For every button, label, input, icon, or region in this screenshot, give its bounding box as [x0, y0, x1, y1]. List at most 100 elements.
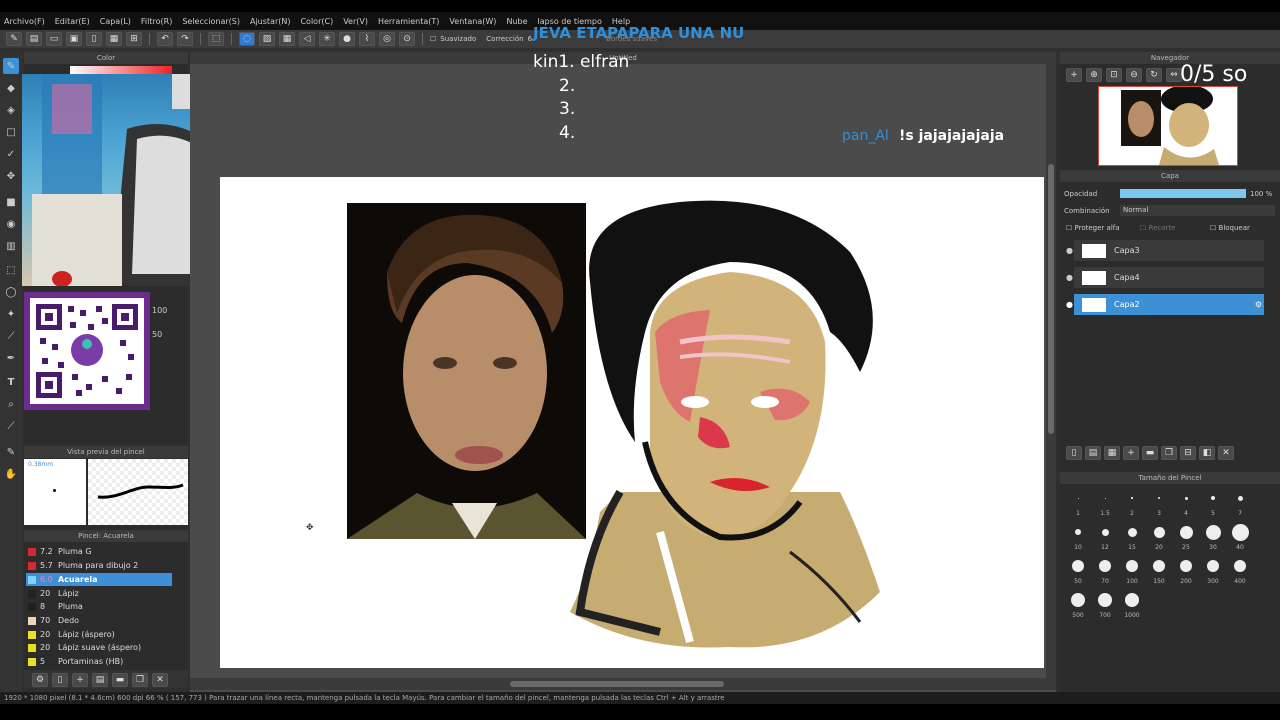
brush-size-option[interactable]: 2 [1119, 488, 1145, 522]
brush-size-option[interactable]: 15 [1119, 522, 1145, 556]
delete-layer-icon[interactable]: ✕ [1218, 446, 1234, 460]
layer-icon[interactable]: ▤ [26, 32, 42, 46]
menu-capa[interactable]: Capa(L) [100, 17, 131, 26]
image-icon[interactable]: ▦ [106, 32, 122, 46]
brush-size-option[interactable]: 1000 [1119, 590, 1145, 624]
navigator-preview[interactable] [1098, 85, 1238, 166]
brush-add-icon[interactable]: + [72, 673, 88, 687]
grid2-icon[interactable]: ▦ [279, 32, 295, 46]
perspective-icon[interactable]: ◁ [299, 32, 315, 46]
shape-tool-icon[interactable]: □ [3, 124, 19, 140]
menu-archivo[interactable]: Archivo(F) [4, 17, 45, 26]
rect-tool-icon[interactable]: ■ [3, 194, 19, 210]
clip-checkbox[interactable]: ☐ Recorte [1140, 224, 1175, 232]
duplicate-icon[interactable]: ❐ [1161, 446, 1177, 460]
menu-color[interactable]: Color(C) [300, 17, 333, 26]
text-tool-icon[interactable]: T [3, 374, 19, 390]
brush-size-option[interactable]: 5 [1200, 488, 1226, 522]
brush-size-option[interactable]: 500 [1065, 590, 1091, 624]
visibility-eye-icon[interactable]: ● [1066, 273, 1076, 282]
brush-size-option[interactable]: 20 [1146, 522, 1172, 556]
lasso-tool-icon[interactable]: ◯ [3, 284, 19, 300]
star-icon[interactable]: ✳ [319, 32, 335, 46]
brush-size-option[interactable]: 700 [1092, 590, 1118, 624]
hatch-icon[interactable]: ▨ [259, 32, 275, 46]
pen2-tool-icon[interactable]: ✒ [3, 350, 19, 366]
mask-icon[interactable]: ◧ [1199, 446, 1215, 460]
brush-dup-icon[interactable]: ❐ [132, 673, 148, 687]
curve-icon[interactable]: ⌇ [359, 32, 375, 46]
brush-row[interactable]: 5.7 Pluma para dibujo 2 [26, 559, 172, 572]
radial-icon[interactable]: ◎ [379, 32, 395, 46]
fill-tool-icon[interactable]: ◈ [3, 102, 19, 118]
brush-size-option[interactable]: 40 [1227, 522, 1253, 556]
move-tool-icon[interactable]: ✥ [3, 168, 19, 184]
brush-row[interactable]: 20 Lápiz [26, 587, 172, 600]
menu-ajustar[interactable]: Ajustar(N) [250, 17, 291, 26]
brush-row[interactable]: 7.2 Pluma G [26, 545, 172, 558]
visibility-eye-icon[interactable]: ● [1066, 246, 1076, 255]
eraser-tool-icon[interactable]: ◆ [3, 80, 19, 96]
search-tool-icon[interactable]: ⌕ [3, 396, 19, 412]
menu-filtro[interactable]: Filtro(R) [141, 17, 172, 26]
brush-row-selected[interactable]: 6.0 Acuarela [26, 573, 172, 586]
brush-size-option[interactable]: 50 [1065, 556, 1091, 590]
select-icon[interactable]: ⬚ [208, 32, 224, 46]
brush-row[interactable]: 5 Portaminas (HB) [26, 655, 172, 668]
vertical-scrollbar[interactable] [1046, 64, 1056, 678]
undo-icon[interactable]: ↶ [157, 32, 173, 46]
spoid-tool-icon[interactable]: ✎ [3, 444, 19, 460]
brush-size-option[interactable]: 1.5 [1092, 488, 1118, 522]
brush-size-option[interactable]: 30 [1200, 522, 1226, 556]
brush-size-option[interactable]: 7 [1227, 488, 1253, 522]
horizontal-scrollbar[interactable] [190, 678, 1056, 690]
merge-icon[interactable]: ⊟ [1180, 446, 1196, 460]
new-layer-icon[interactable]: ▯ [1066, 446, 1082, 460]
brush-size-option[interactable]: 100 [1119, 556, 1145, 590]
layer-row-capa3[interactable]: ● Capa3 [1066, 240, 1264, 262]
brush-folder-icon[interactable]: ▬ [112, 673, 128, 687]
brush-new-icon[interactable]: ▯ [52, 673, 68, 687]
brush-size-option[interactable]: 150 [1146, 556, 1172, 590]
layer-row-capa2[interactable]: ● Capa2 ⚙ [1066, 294, 1264, 316]
brush-size-option[interactable]: 70 [1092, 556, 1118, 590]
vertical-scroll-thumb[interactable] [1048, 164, 1054, 434]
brush-row[interactable]: 20 Lápiz suave (áspero) [26, 641, 172, 654]
folder-icon[interactable]: ▬ [1142, 446, 1158, 460]
menu-editar[interactable]: Editar(E) [55, 17, 90, 26]
layer-row-capa4[interactable]: ● Capa4 [1066, 267, 1264, 289]
brush-size-option[interactable]: 400 [1227, 556, 1253, 590]
pen-icon[interactable]: ✎ [6, 32, 22, 46]
zoom-in2-icon[interactable]: ⊕ [1086, 68, 1102, 82]
doc-icon[interactable]: ▯ [86, 32, 102, 46]
brush-size-option[interactable]: 1 [1065, 488, 1091, 522]
menu-herramienta[interactable]: Herramienta(T) [378, 17, 439, 26]
pen-tool-icon[interactable]: ✓ [3, 146, 19, 162]
correction-value[interactable]: 6 [528, 35, 532, 43]
smooth-checkbox[interactable]: ☐ [430, 35, 436, 43]
brush-size-option[interactable]: 3 [1146, 488, 1172, 522]
wand-tool-icon[interactable]: ✦ [3, 306, 19, 322]
lock-checkbox[interactable]: ☐ Bloquear [1210, 224, 1250, 232]
brush-size-option[interactable]: 10 [1065, 522, 1091, 556]
brush-copy-icon[interactable]: ▤ [92, 673, 108, 687]
opacity-slider[interactable] [1120, 189, 1246, 198]
blend-select[interactable]: Normal [1120, 205, 1275, 216]
menu-ventana[interactable]: Ventana(W) [449, 17, 496, 26]
brush-tool-icon[interactable]: ✎ [3, 58, 19, 74]
brush-size-option[interactable]: 12 [1092, 522, 1118, 556]
protect-alpha-checkbox[interactable]: ☐ Proteger alfa [1066, 224, 1120, 232]
brush-row[interactable]: 20 Lápiz (áspero) [26, 628, 172, 641]
horizontal-scroll-thumb[interactable] [510, 681, 724, 687]
brush-row[interactable]: 70 Dedo [26, 614, 172, 627]
fit-icon[interactable]: ⊡ [1106, 68, 1122, 82]
select-tool-icon[interactable]: ⬚ [3, 262, 19, 278]
brush-size-option[interactable]: 200 [1173, 556, 1199, 590]
target-icon[interactable]: ⊙ [399, 32, 415, 46]
zoom-in-icon[interactable]: + [1066, 68, 1082, 82]
menu-nube[interactable]: Nube [506, 17, 527, 26]
visibility-eye-icon[interactable]: ● [1066, 300, 1076, 309]
new-layer2-icon[interactable]: ▤ [1085, 446, 1101, 460]
fill-icon[interactable]: ▣ [66, 32, 82, 46]
brush-size-option[interactable]: 4 [1173, 488, 1199, 522]
